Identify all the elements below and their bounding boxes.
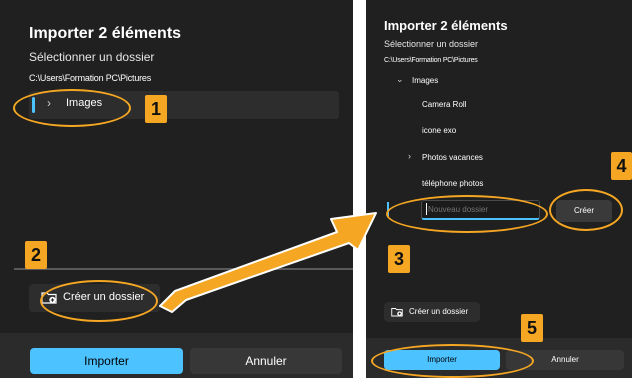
direction-arrow [159,212,377,313]
